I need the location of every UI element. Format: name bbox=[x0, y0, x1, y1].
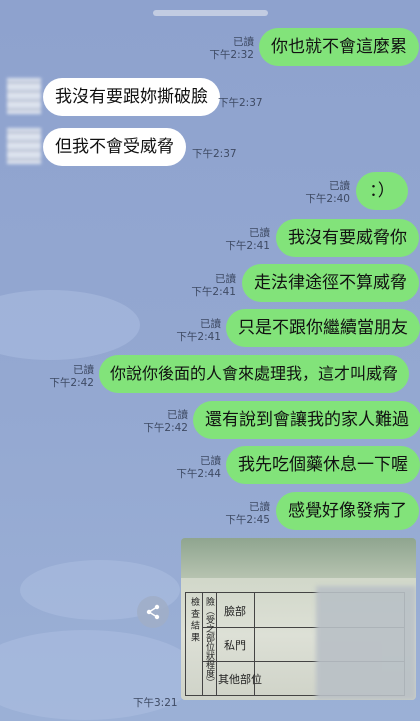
read-status: 已讀 下午2:42 bbox=[143, 409, 188, 434]
photo-message[interactable]: 檢 查 結 果 險（受之部位狀程度） 臉部 私門 其他部位 bbox=[181, 538, 416, 700]
message-bubble-outgoing[interactable]: 感覺好像發病了 bbox=[276, 492, 419, 530]
read-status: 已讀 下午2:41 bbox=[176, 318, 221, 343]
chat-area: 已讀 下午2:32 你也就不會這麼累 我沒有要跟妳撕破臉 下午2:37 但我不會受… bbox=[0, 0, 420, 721]
message-bubble-outgoing[interactable]: 我沒有要威脅你 bbox=[276, 219, 419, 257]
message-time: 下午2:37 bbox=[192, 148, 237, 160]
read-status: 已讀 下午2:45 bbox=[225, 501, 270, 526]
drag-handle[interactable] bbox=[153, 10, 268, 16]
photo-fold bbox=[181, 538, 416, 578]
photo-form-row-label: 臉部 bbox=[224, 605, 246, 618]
photo-form-left-char: 檢 查 結 果 bbox=[189, 597, 199, 642]
message-bubble-outgoing[interactable]: 你也就不會這麼累 bbox=[259, 28, 419, 66]
message-time: 下午3:21 bbox=[133, 697, 178, 709]
read-status: 已讀 下午2:41 bbox=[191, 273, 236, 298]
message-time: 下午2:37 bbox=[218, 97, 263, 109]
photo-form-row-label: 私門 bbox=[224, 639, 246, 652]
message-bubble-incoming[interactable]: 但我不會受威脅 bbox=[43, 128, 186, 166]
share-button[interactable] bbox=[137, 596, 169, 628]
photo-form-row-label: 其他部位 bbox=[218, 673, 262, 686]
read-status: 已讀 下午2:42 bbox=[49, 364, 94, 389]
avatar[interactable] bbox=[7, 128, 41, 164]
read-status: 已讀 下午2:44 bbox=[176, 455, 221, 480]
message-bubble-outgoing[interactable]: 我先吃個藥休息一下喔 bbox=[226, 446, 420, 484]
read-status: 已讀 下午2:32 bbox=[209, 36, 254, 61]
message-bubble-outgoing[interactable]: 只是不跟你繼續當朋友 bbox=[226, 309, 420, 347]
read-status: 已讀 下午2:41 bbox=[225, 227, 270, 252]
message-bubble-outgoing[interactable]: ：） bbox=[356, 172, 408, 210]
read-status: 已讀 下午2:40 bbox=[305, 180, 350, 205]
background-cloud bbox=[0, 290, 140, 360]
message-bubble-outgoing[interactable]: 走法律途徑不算威脅 bbox=[242, 264, 419, 302]
message-bubble-incoming[interactable]: 我沒有要跟妳撕破臉 bbox=[43, 78, 220, 116]
photo-redaction bbox=[316, 586, 416, 700]
avatar[interactable] bbox=[7, 78, 41, 114]
message-bubble-outgoing[interactable]: 你說你後面的人會來處理我，這才叫威脅 bbox=[99, 355, 410, 393]
message-bubble-outgoing[interactable]: 還有說到會讓我的家人難過 bbox=[193, 401, 420, 439]
share-icon bbox=[146, 604, 160, 620]
photo-form-vertical-label: 險（受之部位狀程度） bbox=[204, 597, 214, 687]
